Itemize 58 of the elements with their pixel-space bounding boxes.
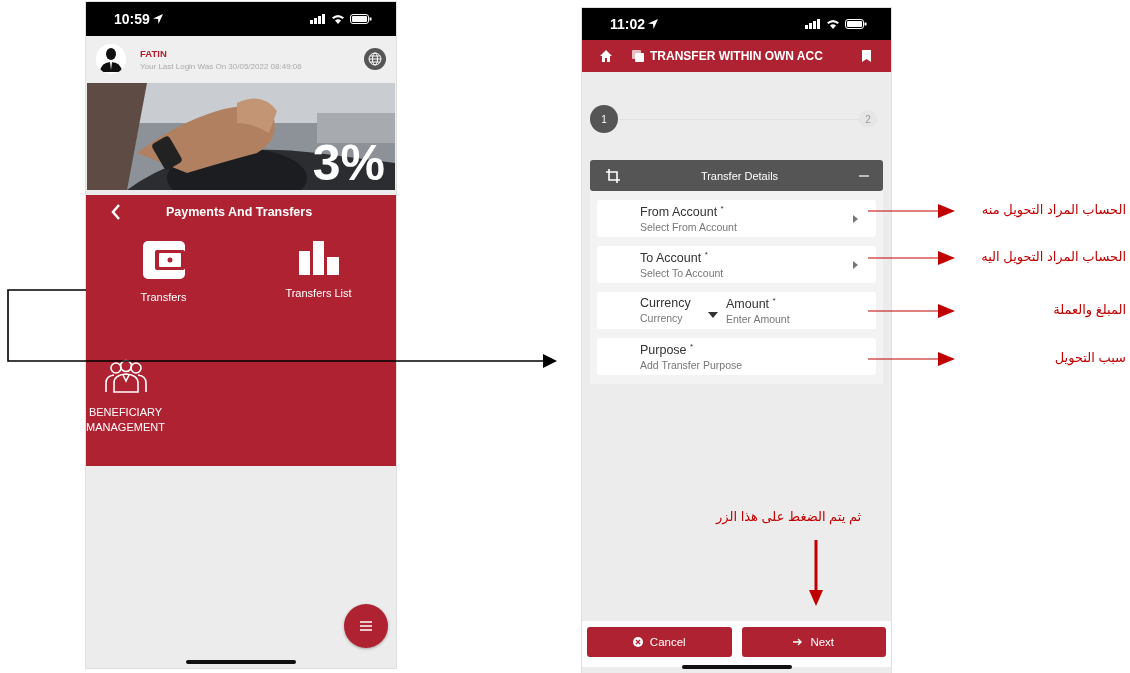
user-name: FATIN (140, 47, 168, 59)
wallet-icon (142, 241, 185, 279)
input-field[interactable]: Add Transfer Purpose (640, 359, 790, 372)
section-title: Transfer Details (699, 169, 780, 182)
field-card[interactable]: From Account $^{*}$ Select From Account (597, 200, 876, 237)
menu-icon (360, 621, 372, 631)
input-field[interactable]: Enter Amount (726, 313, 826, 326)
step-indicator: 1 (590, 105, 618, 133)
annotation-text: ثم يتم الضغط على هذا الزر (716, 509, 862, 524)
down-arrow (809, 540, 823, 606)
menu-tile[interactable]: Transfers (86, 241, 241, 349)
people-group-icon (103, 359, 148, 393)
bookmark-icon[interactable] (862, 50, 871, 62)
status-time: 10:59 (114, 11, 163, 27)
next-button[interactable]: Next (741, 627, 886, 657)
bar-chart-icon (298, 241, 339, 275)
field-label: Amount $^{*}$ (726, 295, 777, 312)
caret-right-icon (853, 214, 858, 223)
wifi-icon (826, 19, 840, 29)
cancel-button[interactable]: Cancel (587, 627, 732, 657)
location-arrow-icon (152, 14, 163, 24)
battery-icon (845, 19, 867, 29)
arrow-right-icon (793, 638, 804, 646)
input-field[interactable]: Select From Account (640, 221, 790, 234)
menu-tile[interactable]: BENEFICIARY MANAGEMENT (10, 359, 241, 459)
menu-fab[interactable] (344, 604, 388, 648)
banner-percent: 3% (312, 138, 385, 188)
wifi-icon (331, 14, 345, 24)
annotation-text: المبلغ والعملة (1053, 302, 1126, 317)
field-label: Currency (640, 295, 692, 310)
input-field[interactable]: Currency (640, 311, 700, 324)
annotation-text: الحساب المراد التحويل اليه (981, 249, 1126, 264)
close-icon (632, 637, 643, 647)
field-card[interactable]: To Account $^{*}$ Select To Account (597, 246, 876, 283)
location-arrow-icon (648, 19, 659, 29)
menu-tile[interactable]: Transfers List (241, 241, 396, 349)
field-label: To Account $^{*}$ (640, 249, 709, 266)
signal-icon (310, 14, 326, 24)
caret-down-icon[interactable] (708, 311, 718, 318)
field-label: Purpose $^{*}$ (640, 341, 695, 358)
field-card[interactable]: Purpose $^{*}$ Add Transfer Purpose (597, 338, 876, 375)
back-chevron-icon[interactable] (110, 204, 122, 220)
annotation-text: الحساب المراد التحويل منه (981, 202, 1126, 217)
home-icon[interactable] (600, 50, 612, 62)
section-header[interactable]: Transfer Details (590, 160, 883, 191)
input-field[interactable]: Select To Account (640, 267, 790, 280)
section-title: Payments And Transfers (166, 205, 313, 219)
status-time: 11:02 (610, 16, 659, 32)
copy-icon (632, 50, 644, 62)
crop-icon (606, 168, 620, 183)
step-indicator: 2 (859, 110, 877, 128)
battery-icon (350, 14, 372, 24)
screen-title: TRANSFER WITHIN OWN ACC (650, 49, 823, 63)
caret-right-icon (853, 260, 858, 269)
signal-icon (805, 19, 821, 29)
annotation-text: سبب التحويل (1054, 350, 1126, 365)
field-label: From Account $^{*}$ (640, 203, 725, 220)
globe-icon[interactable] (364, 48, 386, 70)
